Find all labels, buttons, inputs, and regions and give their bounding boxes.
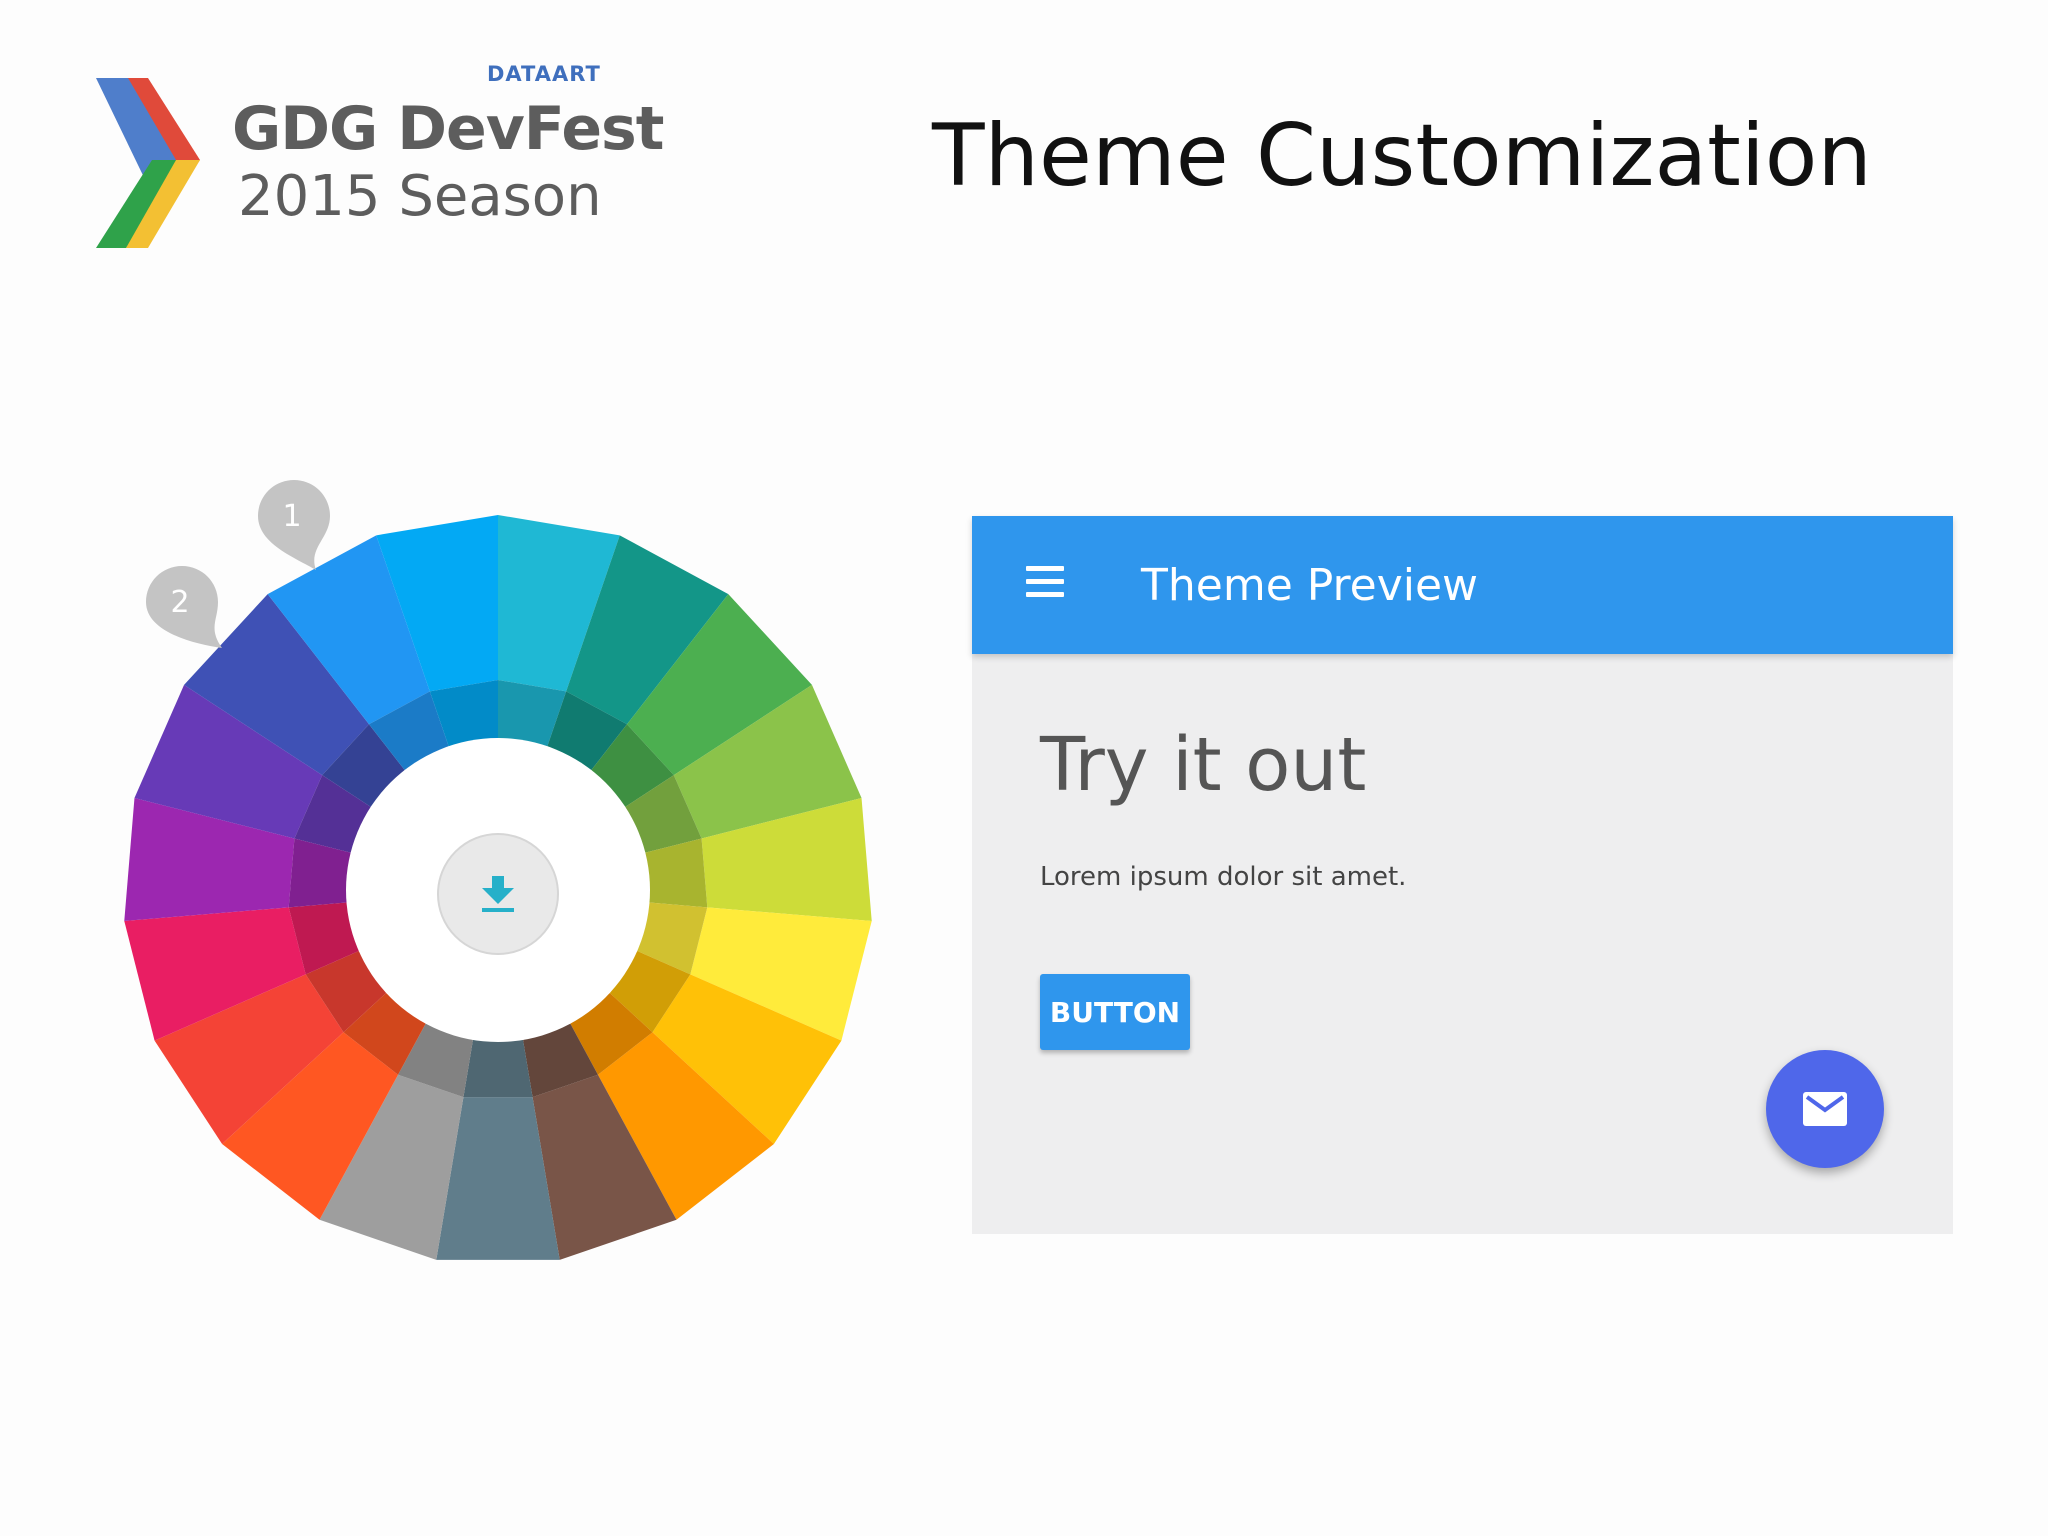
preview-heading: Try it out: [1040, 722, 1367, 808]
pin-1[interactable]: 1: [256, 478, 332, 579]
mail-icon: [1803, 1092, 1847, 1126]
color-wheel[interactable]: 1 2: [118, 470, 898, 1270]
app-bar: Theme Preview: [972, 516, 1953, 654]
logo-title: GDG DevFest: [232, 94, 664, 164]
gdg-logo-icon: [96, 78, 200, 248]
pin-2-label: 2: [170, 585, 189, 620]
sponsor-logo: DATAART: [487, 62, 601, 86]
logo-subtitle: 2015 Season: [238, 164, 602, 229]
wheel-swatch-shade[interactable]: [463, 1039, 533, 1098]
slide-title: Theme Customization: [932, 106, 1872, 206]
color-wheel-graphic[interactable]: [118, 470, 898, 1270]
app-bar-title: Theme Preview: [1141, 560, 1479, 611]
download-button[interactable]: [437, 833, 559, 955]
preview-body-text: Lorem ipsum dolor sit amet.: [1040, 862, 1407, 892]
menu-icon[interactable]: [1026, 566, 1068, 600]
pin-1-label: 1: [282, 499, 301, 534]
preview-button[interactable]: BUTTON: [1040, 974, 1190, 1050]
mail-fab-button[interactable]: [1766, 1050, 1884, 1168]
pin-2[interactable]: 2: [144, 564, 224, 665]
theme-preview-card: Theme Preview Try it out Lorem ipsum dol…: [972, 516, 1953, 1234]
